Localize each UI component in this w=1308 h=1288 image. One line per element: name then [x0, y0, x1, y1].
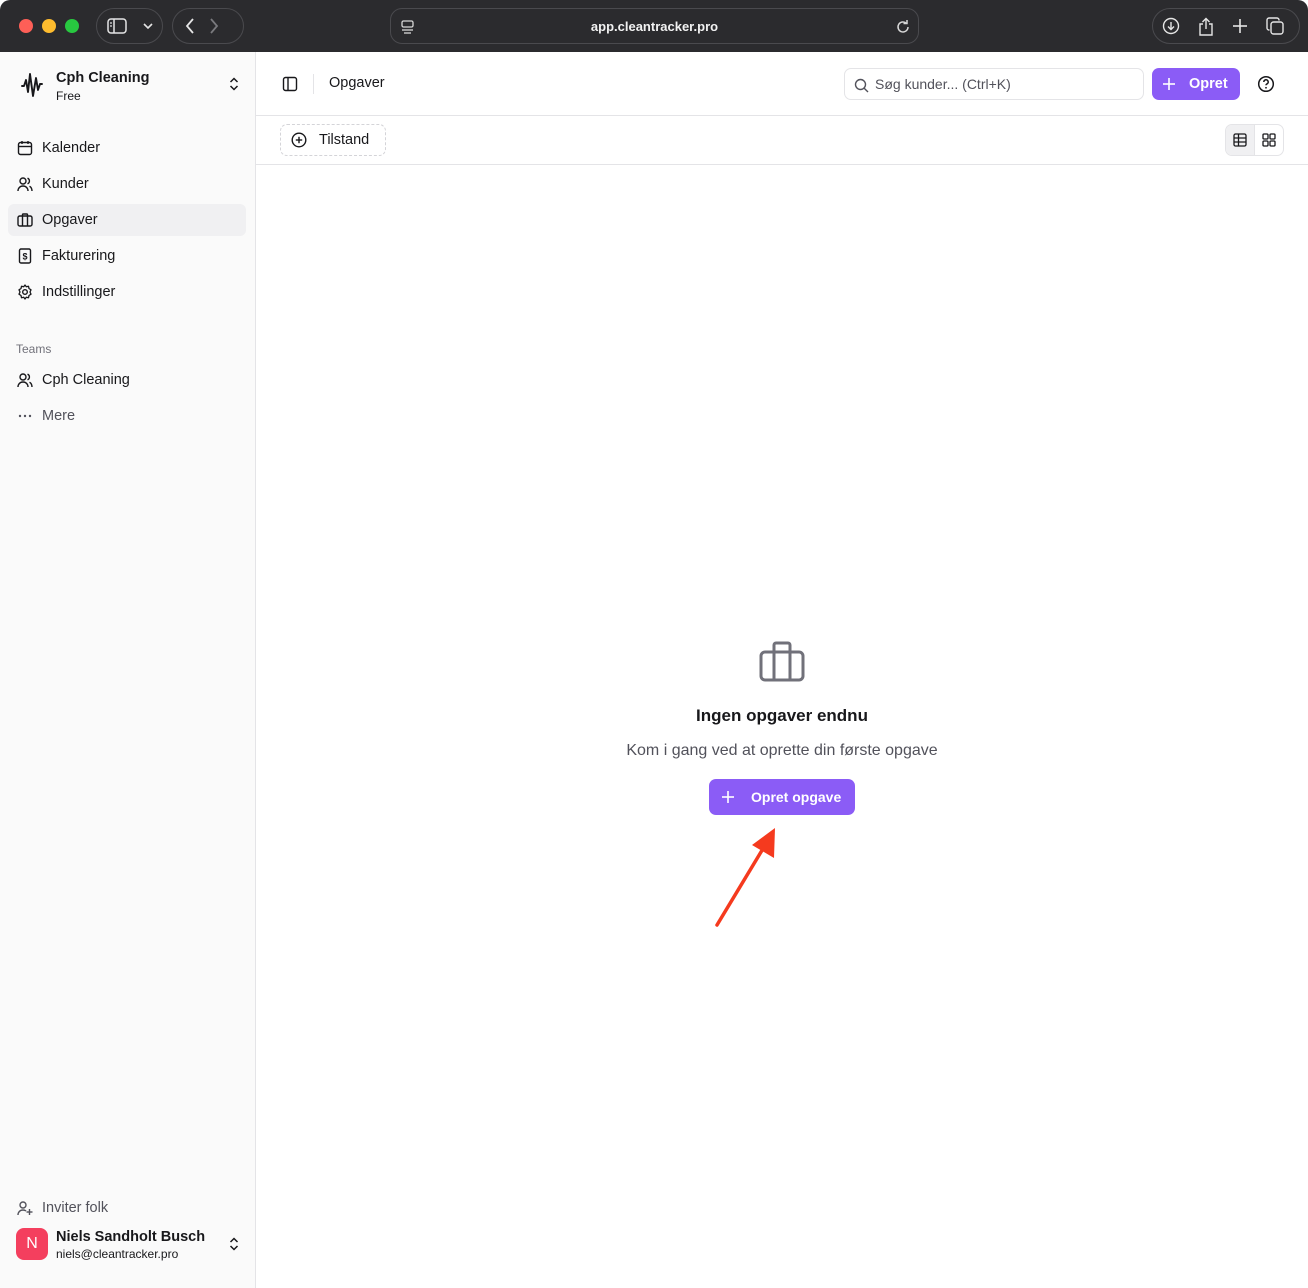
- user-name: Niels Sandholt Busch: [56, 1229, 206, 1245]
- sidebar-item-label: Mere: [42, 408, 76, 424]
- users-icon: [17, 373, 33, 388]
- grid-icon: [1262, 133, 1276, 147]
- sidebar-item-kunder[interactable]: Kunder: [8, 168, 246, 200]
- plus-icon: [1163, 78, 1175, 90]
- browser-toolbar: app.cleantracker.pro: [0, 0, 1308, 52]
- sidebar-item-kalender[interactable]: Kalender: [8, 132, 246, 164]
- briefcase-icon: [17, 213, 33, 227]
- chevron-down-icon[interactable]: [143, 22, 153, 30]
- reload-icon[interactable]: [894, 18, 912, 36]
- more-icon: [18, 414, 32, 418]
- browser-sidebar-toggle[interactable]: [96, 8, 163, 44]
- browser-history-nav: [172, 8, 244, 44]
- maximize-window-button[interactable]: [65, 19, 79, 33]
- table-view-button[interactable]: [1226, 125, 1255, 155]
- teams-heading: Teams: [16, 342, 52, 356]
- view-toggle: [1225, 124, 1284, 156]
- gear-icon: [18, 284, 32, 300]
- sidebar-item-label: Indstillinger: [42, 284, 116, 300]
- search-icon: [854, 78, 869, 93]
- workspace-name: Cph Cleaning: [56, 70, 150, 86]
- calendar-icon: [17, 141, 33, 156]
- sidebar-item-label: Kunder: [42, 176, 89, 192]
- sidebar-item-indstillinger[interactable]: Indstillinger: [8, 276, 246, 308]
- sidebar-toggle-icon[interactable]: [282, 76, 298, 92]
- sidebar-item-label: Kalender: [42, 140, 101, 156]
- sidebar-item-label: Opgaver: [42, 212, 98, 228]
- minimize-window-button[interactable]: [42, 19, 56, 33]
- page-title: Opgaver: [329, 75, 385, 91]
- search-input[interactable]: [875, 73, 1135, 95]
- sidebar-icon: [107, 18, 127, 34]
- user-email: niels@cleantracker.pro: [56, 1247, 179, 1261]
- invite-label: Inviter folk: [42, 1200, 109, 1216]
- share-icon[interactable]: [1198, 17, 1214, 36]
- sidebar: Cph Cleaning Free Kalender Kunder Opgave…: [0, 52, 256, 1288]
- page-header: Opgaver Opret: [256, 52, 1308, 116]
- invite-people-button[interactable]: Inviter folk: [8, 1192, 246, 1224]
- status-filter-label: Tilstand: [319, 132, 370, 148]
- status-filter-button[interactable]: Tilstand: [280, 124, 386, 156]
- user-menu[interactable]: N Niels Sandholt Busch niels@cleantracke…: [16, 1226, 246, 1266]
- download-icon[interactable]: [1162, 17, 1180, 35]
- back-icon[interactable]: [185, 18, 195, 34]
- chevrons-up-down-icon: [229, 77, 239, 91]
- sidebar-item-fakturering[interactable]: $ Fakturering: [8, 240, 246, 272]
- create-task-label: Opret opgave: [751, 789, 842, 805]
- create-task-button[interactable]: Opret opgave: [709, 779, 855, 815]
- briefcase-icon: [759, 641, 805, 682]
- close-window-button[interactable]: [19, 19, 33, 33]
- empty-state-subtitle: Kom i gang ved at oprette din første opg…: [626, 742, 938, 759]
- tab-overview-icon[interactable]: [1266, 17, 1284, 35]
- sidebar-item-label: Fakturering: [42, 248, 116, 264]
- empty-state: Ingen opgaver endnu Kom i gang ved at op…: [256, 165, 1308, 1288]
- sidebar-item-label: Cph Cleaning: [42, 372, 130, 388]
- forward-icon[interactable]: [209, 18, 219, 34]
- annotation-arrow-icon: [715, 828, 775, 927]
- create-button[interactable]: Opret: [1152, 68, 1240, 100]
- invoice-icon: $: [18, 248, 32, 264]
- waveform-logo-icon: [21, 73, 43, 97]
- sidebar-item-more[interactable]: Mere: [8, 400, 246, 432]
- url-text: app.cleantracker.pro: [590, 19, 719, 34]
- user-plus-icon: [17, 1201, 33, 1216]
- table-icon: [1233, 133, 1247, 147]
- customer-search[interactable]: [844, 68, 1144, 100]
- header-divider: [313, 74, 314, 94]
- plus-circle-icon: [291, 132, 307, 148]
- new-tab-icon[interactable]: [1232, 18, 1248, 34]
- help-icon[interactable]: [1257, 75, 1275, 93]
- workspace-plan: Free: [56, 89, 81, 103]
- workspace-switcher[interactable]: Cph Cleaning Free: [18, 70, 244, 104]
- sidebar-item-opgaver[interactable]: Opgaver: [8, 204, 246, 236]
- browser-actions: [1152, 8, 1300, 44]
- empty-state-title: Ingen opgaver endnu: [696, 706, 868, 725]
- filter-bar: Tilstand: [256, 116, 1308, 165]
- sidebar-team-cph-cleaning[interactable]: Cph Cleaning: [8, 364, 246, 396]
- create-button-label: Opret: [1189, 76, 1228, 92]
- users-icon: [17, 177, 33, 192]
- plus-icon: [722, 791, 734, 803]
- address-bar[interactable]: app.cleantracker.pro: [390, 8, 919, 44]
- grid-view-button[interactable]: [1255, 125, 1283, 155]
- chevrons-up-down-icon: [229, 1237, 239, 1251]
- avatar: N: [16, 1228, 48, 1260]
- svg-text:$: $: [22, 252, 27, 262]
